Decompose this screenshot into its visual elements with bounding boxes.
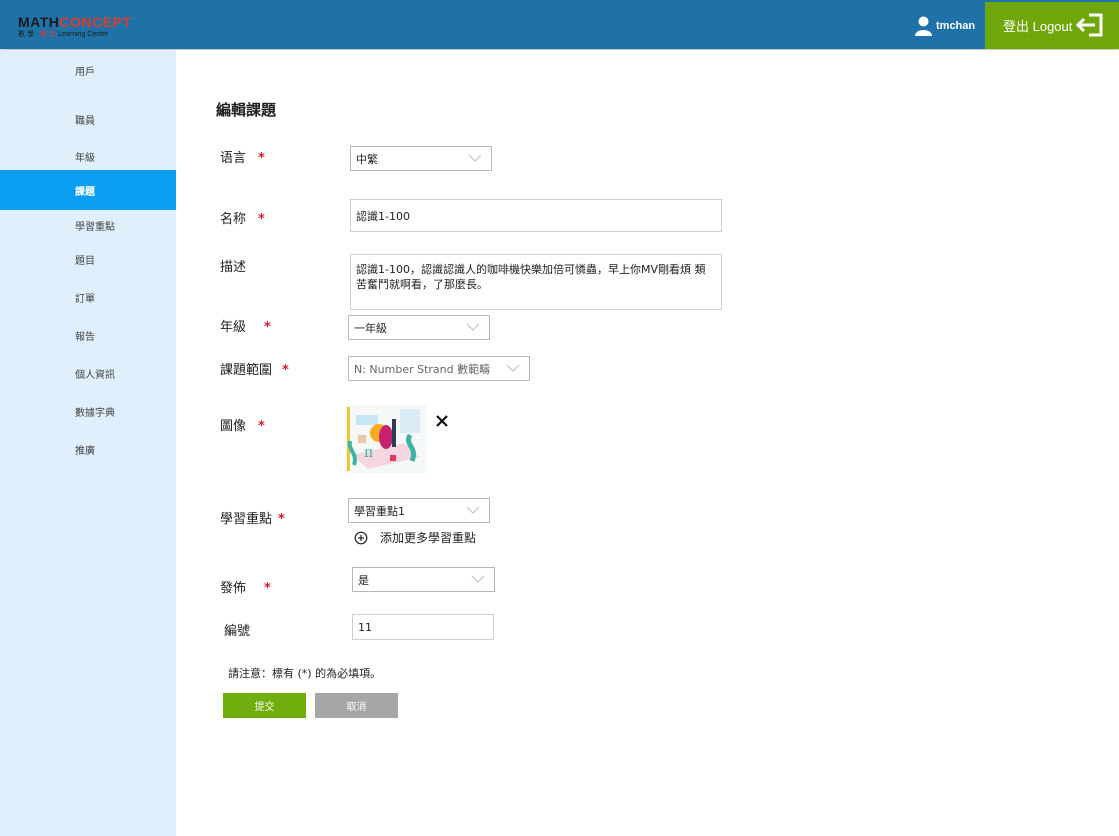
sidebar-item-users[interactable]: 用戶 — [0, 50, 176, 90]
main-content — [176, 50, 1119, 836]
topic-scope-value: N: Number Strand 數範疇 — [354, 362, 491, 376]
topic-scope-label-text: 課題範圍 — [220, 363, 273, 378]
sidebar-item-promotion[interactable]: 推廣 — [0, 429, 176, 469]
number-label: 編號 — [224, 620, 250, 639]
chevron-down-icon — [506, 364, 520, 372]
chevron-down-icon — [471, 575, 485, 583]
logout-label: 登出 Logout — [1003, 19, 1073, 34]
description-textarea[interactable]: 認識1-100，認識認識人的咖啡機快樂加倍可憐蟲，早上你MV剛看煩 類苦奮鬥就啊… — [350, 254, 722, 310]
required-mark: * — [258, 419, 265, 434]
sidebar-item-profile[interactable]: 個人資訊 — [0, 353, 176, 393]
sidebar-item-label: 職員 — [75, 115, 95, 127]
logo-wordmark: MATHCONCEPT — [18, 15, 138, 29]
description-label: 描述 — [220, 256, 246, 275]
logout-button[interactable]: 登出 Logout — [985, 2, 1119, 49]
publish-select[interactable]: 是 — [352, 567, 495, 592]
sidebar-item-label: 學習重點 — [75, 221, 115, 233]
name-input[interactable]: 認識1-100 — [350, 199, 722, 232]
sidebar-item-label: 個人資訊 — [75, 369, 115, 381]
sidebar-item-label: 課題 — [75, 186, 95, 198]
topic-scope-select[interactable]: N: Number Strand 數範疇 — [348, 356, 530, 381]
sidebar-item-label: 訂單 — [75, 293, 95, 305]
grade-label: 年級 * — [220, 316, 271, 335]
cancel-button[interactable]: 取消 — [315, 693, 398, 718]
remove-image-icon[interactable] — [435, 414, 449, 428]
logo-text-concept: CONCEPT — [59, 14, 132, 30]
sidebar-item-orders[interactable]: 訂單 — [0, 277, 176, 317]
topic-image: π — [346, 405, 426, 473]
number-input[interactable]: 11 — [352, 614, 494, 640]
sidebar-item-reports[interactable]: 報告 — [0, 315, 176, 355]
name-label: 名称 * — [220, 208, 265, 227]
top-bar: MATHCONCEPT 數 學 · 概 念 Learning Center tm… — [0, 0, 1119, 49]
user-menu[interactable]: tmchan — [915, 15, 975, 37]
learning-focus-label: 學習重點 * — [220, 508, 285, 527]
logo-sub-c: Learning Center — [56, 31, 109, 38]
learning-focus-label-text: 學習重點 — [220, 512, 273, 527]
grade-select[interactable]: 一年級 — [348, 315, 490, 340]
chevron-down-icon — [466, 323, 480, 331]
learning-focus-value: 學習重點1 — [354, 504, 405, 518]
name-value: 認識1-100 — [356, 209, 410, 223]
sidebar-item-label: 報告 — [75, 331, 95, 343]
sidebar-item-label: 推廣 — [75, 445, 95, 457]
sidebar-item-label: 年級 — [75, 152, 95, 164]
page-title: 編輯課題 — [216, 101, 277, 119]
grade-value: 一年級 — [354, 321, 387, 335]
user-icon — [915, 16, 932, 36]
grade-label-text: 年級 — [220, 320, 247, 335]
chevron-down-icon — [468, 154, 482, 162]
add-learning-focus-button[interactable]: 添加更多學習重點 — [354, 529, 476, 546]
language-select[interactable]: 中繁 — [350, 146, 492, 171]
required-mark: * — [264, 320, 271, 335]
topic-scope-label: 課題範圍 * — [220, 359, 289, 378]
description-value: 認識1-100，認識認識人的咖啡機快樂加倍可憐蟲，早上你MV剛看煩 類苦奮鬥就啊… — [356, 263, 706, 291]
publish-value: 是 — [358, 573, 369, 587]
language-label: 语言 * — [220, 147, 265, 166]
image-label: 圖像 * — [220, 415, 265, 434]
required-mark: * — [264, 581, 271, 596]
logo-sub-a: 數 學 · — [18, 31, 41, 38]
language-label-text: 语言 — [220, 151, 247, 166]
sidebar-item-staff[interactable]: 職員 — [0, 99, 176, 139]
sidebar-item-label: 數據字典 — [75, 407, 115, 419]
logo-text-math: MATH — [18, 14, 60, 30]
svg-text:π: π — [364, 445, 373, 461]
name-label-text: 名称 — [220, 212, 247, 227]
sidebar-item-topics[interactable]: 課題 — [0, 170, 176, 210]
add-learning-focus-label: 添加更多學習重點 — [380, 531, 477, 545]
learning-focus-select[interactable]: 學習重點1 — [348, 498, 490, 523]
sidebar-item-label: 題目 — [75, 255, 95, 267]
submit-button[interactable]: 提交 — [223, 693, 306, 718]
sidebar-item-data-dictionary[interactable]: 數據字典 — [0, 391, 176, 431]
required-mark: * — [282, 363, 289, 378]
plus-circle-icon — [354, 531, 368, 544]
username: tmchan — [936, 20, 976, 32]
publish-label: 發佈 * — [220, 577, 271, 596]
number-label-text: 編號 — [224, 624, 251, 639]
logout-icon — [1075, 13, 1103, 37]
required-mark: * — [278, 512, 285, 527]
description-label-text: 描述 — [220, 260, 247, 275]
image-label-text: 圖像 — [220, 419, 247, 434]
topic-image-thumbnail: π — [346, 405, 426, 473]
number-value: 11 — [358, 620, 372, 634]
required-mark: * — [258, 212, 265, 227]
sidebar-item-label: 用戶 — [75, 66, 95, 78]
logo-subtitle: 數 學 · 概 念 Learning Center — [18, 30, 138, 40]
chevron-down-icon — [466, 506, 480, 514]
logo[interactable]: MATHCONCEPT 數 學 · 概 念 Learning Center — [18, 15, 138, 41]
publish-label-text: 發佈 — [220, 581, 247, 596]
sidebar-item-questions[interactable]: 題目 — [0, 239, 176, 279]
language-value: 中繁 — [356, 152, 378, 166]
logo-sub-b: 概 念 — [40, 31, 57, 38]
required-note: 請注意：標有 (*) 的為必填項。 — [228, 667, 382, 680]
required-mark: * — [258, 151, 265, 166]
